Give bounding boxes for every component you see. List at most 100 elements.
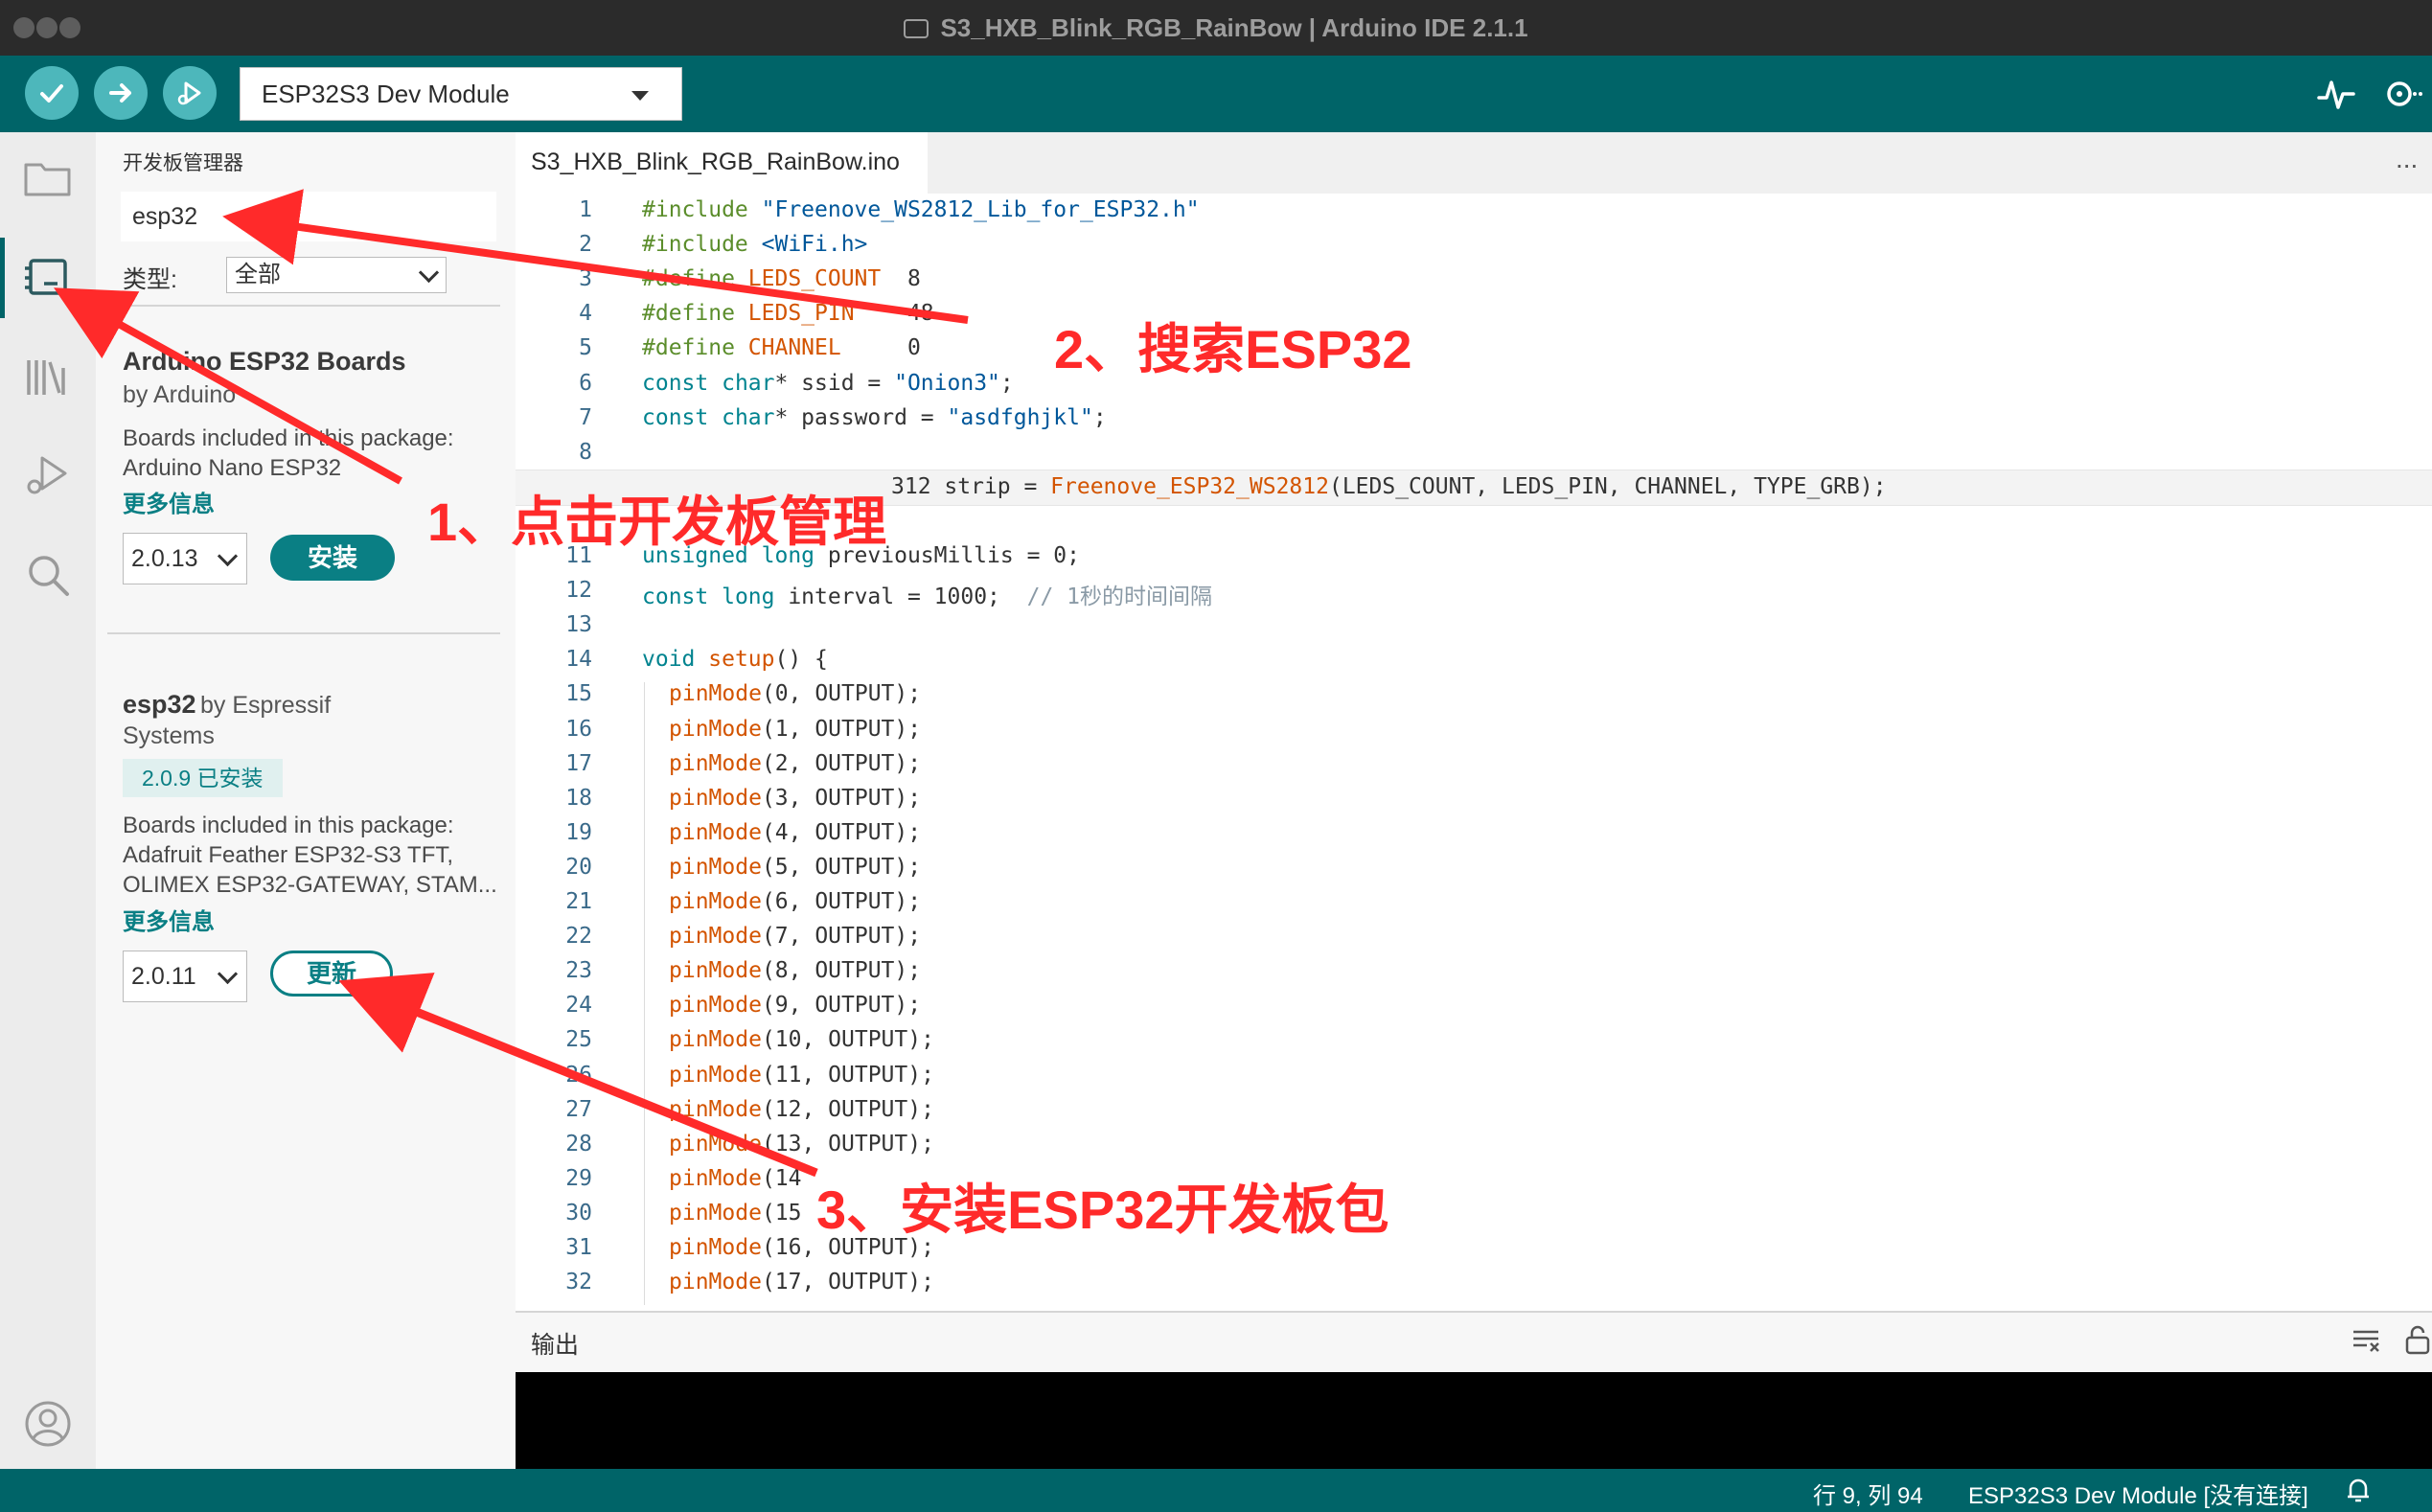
code-line: #define LEDS_PIN 48	[642, 301, 934, 326]
install-button[interactable]: 安装	[270, 535, 395, 581]
annotation-step-1: 1、点击开发板管理	[427, 492, 887, 552]
package-author: by Arduino	[123, 381, 237, 408]
line-number: 5	[579, 335, 592, 361]
type-filter-label: 类型:	[123, 266, 177, 293]
library-manager-button[interactable]	[21, 351, 75, 404]
line-number: 3	[579, 266, 592, 292]
sketchbook-button[interactable]	[21, 151, 75, 205]
account-button[interactable]	[21, 1397, 75, 1451]
panel-title: 开发板管理器	[123, 152, 243, 174]
code-token: 0	[840, 335, 921, 361]
output-panel-title: 输出	[531, 1332, 580, 1359]
code-token: (1, OUTPUT);	[761, 716, 922, 742]
code-line: pinMode(10, OUTPUT);	[669, 1027, 934, 1052]
code-token: (14	[761, 1165, 802, 1191]
debug-button[interactable]	[163, 66, 217, 120]
code-token: long	[722, 584, 775, 610]
code-line: pinMode(12, OUTPUT);	[669, 1097, 934, 1122]
code-line: const char* ssid = "Onion3";	[642, 371, 1014, 396]
code-token: #include	[642, 232, 748, 258]
verify-button[interactable]	[25, 66, 79, 120]
line-number: 26	[565, 1062, 592, 1088]
line-number: 18	[565, 785, 592, 811]
code-token: #define	[642, 266, 735, 292]
code-token: (4, OUTPUT);	[761, 819, 922, 845]
code-token: (6, OUTPUT);	[761, 889, 922, 914]
search-button[interactable]	[21, 548, 75, 602]
line-number: 4	[579, 301, 592, 327]
package-author-cont: Systems	[123, 722, 215, 749]
line-number: 12	[565, 578, 592, 604]
code-line: pinMode(4, OUTPUT);	[669, 820, 921, 845]
code-token: LEDS_PIN	[734, 301, 855, 327]
line-number: 30	[565, 1200, 592, 1226]
code-token: pinMode	[669, 854, 762, 880]
notifications-button[interactable]	[2344, 1476, 2373, 1504]
code-token: (0, OUTPUT);	[761, 681, 922, 707]
more-info-link[interactable]: 更多信息	[123, 485, 215, 518]
serial-monitor-button[interactable]	[2380, 73, 2422, 115]
activity-bar	[0, 132, 96, 1469]
upload-button[interactable]	[94, 66, 148, 120]
debug-panel-button[interactable]	[21, 448, 75, 502]
code-token: "Onion3"	[894, 370, 1000, 396]
package-divider	[107, 632, 500, 634]
active-item-marker	[0, 238, 5, 318]
serial-plotter-button[interactable]	[2315, 73, 2357, 115]
magnifier-icon	[2387, 81, 2422, 106]
code-line: pinMode(8, OUTPUT);	[669, 958, 921, 983]
code-token: (2, OUTPUT);	[761, 750, 922, 776]
editor-tab[interactable]: S3_HXB_Blink_RGB_RainBow.ino	[516, 132, 928, 194]
window-title-text: S3_HXB_Blink_RGB_RainBow | Arduino IDE 2…	[940, 13, 1528, 42]
code-token: 48	[854, 301, 934, 327]
code-line: 312 strip = Freenove_ESP32_WS2812(LEDS_C…	[891, 474, 1887, 499]
clear-output-button[interactable]	[2352, 1328, 2380, 1353]
list-clear-icon	[2353, 1330, 2379, 1352]
code-token: char	[722, 370, 775, 396]
code-token: char	[722, 404, 775, 430]
more-info-link[interactable]: 更多信息	[123, 903, 215, 936]
main-toolbar: ESP32S3 Dev Module	[0, 56, 2432, 132]
indent-guide	[644, 682, 645, 1305]
board-manager-icon	[25, 259, 67, 295]
line-number: 29	[565, 1165, 592, 1191]
output-console[interactable]	[516, 1372, 2432, 1469]
code-line: pinMode(3, OUTPUT);	[669, 786, 921, 811]
code-token: const	[642, 370, 723, 396]
update-button[interactable]: 更新	[270, 951, 393, 997]
line-number: 27	[565, 1096, 592, 1122]
package-boards-list: Adafruit Feather ESP32-S3 TFT,	[123, 842, 454, 868]
boards-search-input[interactable]: esp32	[121, 192, 496, 241]
chevron-down-icon	[217, 963, 239, 985]
version-select[interactable]: 2.0.13	[123, 533, 247, 584]
chevron-down-icon	[418, 262, 440, 284]
cursor-position[interactable]: 行 9, 列 94	[1813, 1477, 1923, 1510]
more-actions-button[interactable]: ...	[2396, 144, 2418, 174]
code-token: pinMode	[669, 1062, 762, 1088]
line-number: 22	[565, 924, 592, 950]
board-status[interactable]: ESP32S3 Dev Module [没有连接]	[1968, 1477, 2308, 1510]
code-line: void setup() {	[642, 647, 828, 672]
type-filter-select[interactable]: 全部	[226, 257, 447, 293]
line-number: 23	[565, 958, 592, 984]
board-selector[interactable]: ESP32S3 Dev Module	[240, 67, 682, 121]
code-line: #define LEDS_COUNT 8	[642, 266, 921, 291]
annotation-step-3: 3、安装ESP32开发板包	[816, 1180, 1389, 1240]
type-filter-value: 全部	[235, 262, 281, 287]
line-number: 14	[565, 647, 592, 673]
code-token: // 1秒的时间间隔	[1026, 584, 1212, 610]
line-number: 8	[579, 439, 592, 465]
code-token: pinMode	[669, 1027, 762, 1053]
code-token: pinMode	[669, 716, 762, 742]
line-number: 13	[565, 612, 592, 638]
version-value: 2.0.11	[131, 963, 196, 990]
code-token: (15	[761, 1200, 802, 1226]
version-select[interactable]: 2.0.11	[123, 951, 247, 1002]
code-line: pinMode(17, OUTPUT);	[669, 1270, 934, 1294]
code-line: const long interval = 1000; // 1秒的时间间隔	[642, 578, 1212, 610]
code-token: pinMode	[669, 1235, 762, 1260]
boards-manager-button[interactable]	[21, 251, 75, 305]
lock-scroll-button[interactable]	[2403, 1324, 2430, 1355]
line-number: 19	[565, 819, 592, 845]
line-number: 32	[565, 1270, 592, 1295]
